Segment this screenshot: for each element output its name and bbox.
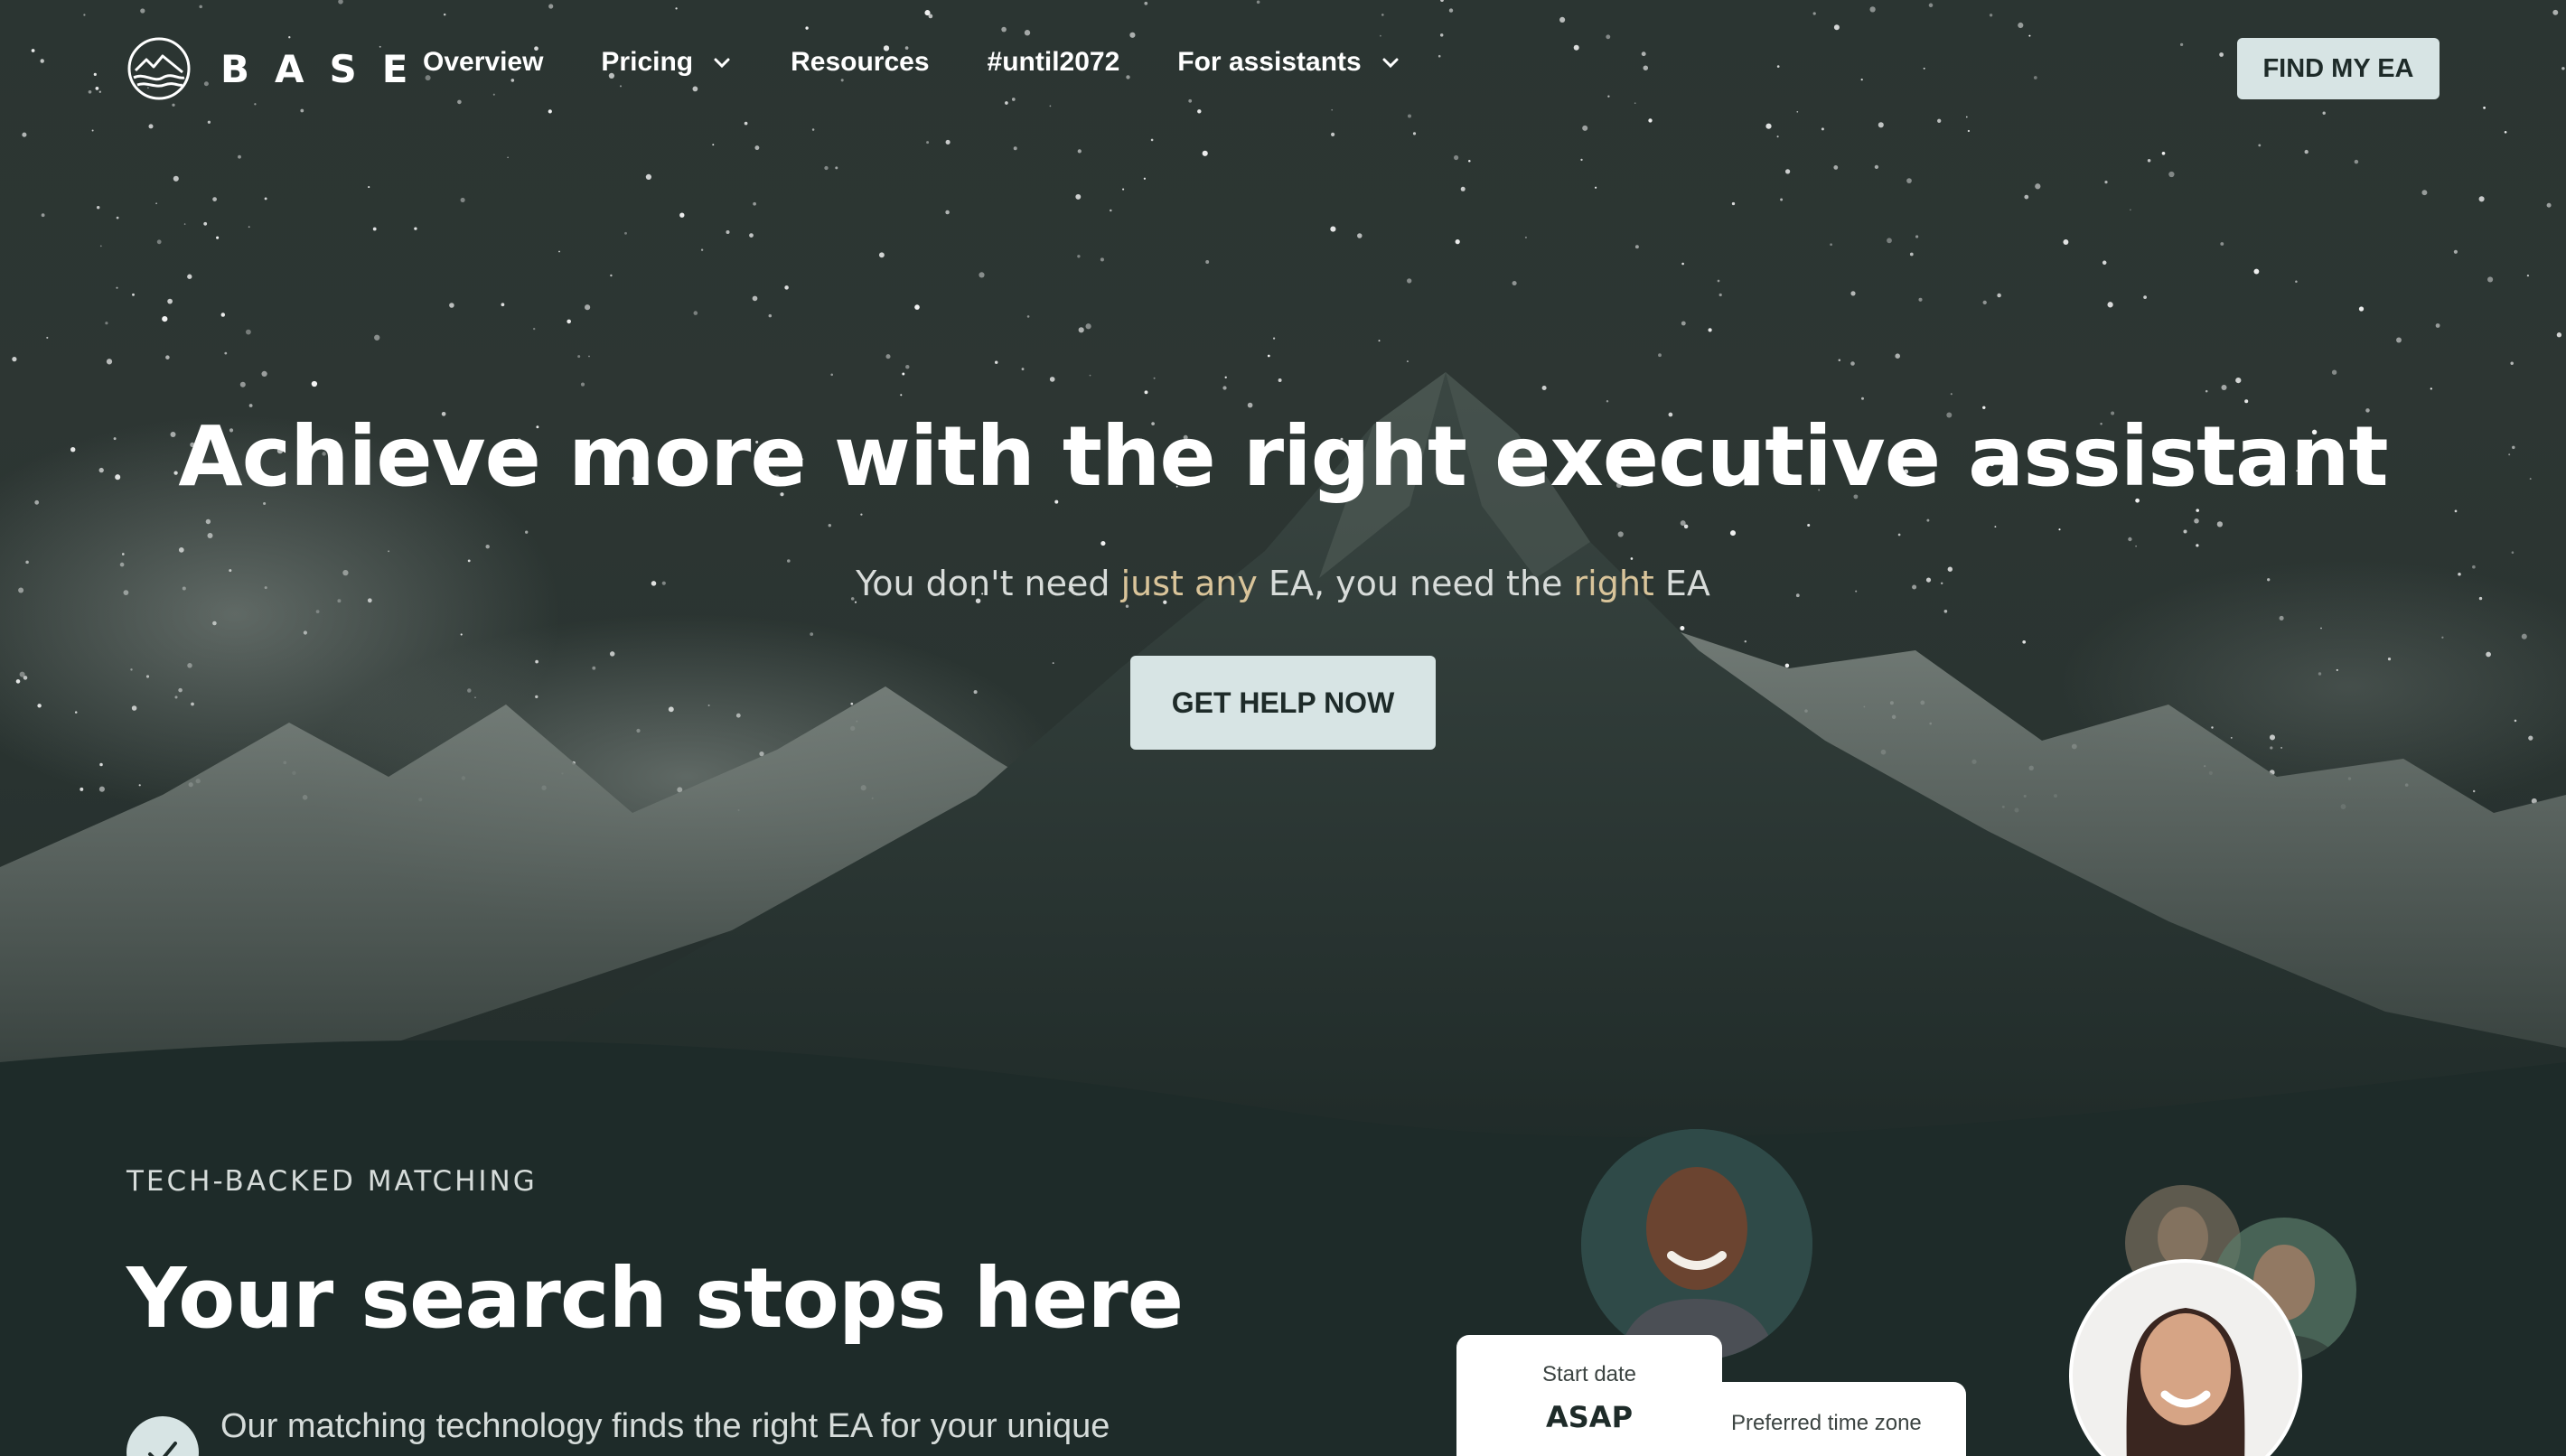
person-portrait-icon [2073, 1263, 2299, 1456]
start-date-card: Start date ASAP [1456, 1335, 1722, 1456]
nav-pricing[interactable]: Pricing [601, 47, 733, 78]
nav-pricing-label: Pricing [601, 47, 694, 77]
hero-subtitle-part1: You don't need [856, 564, 1121, 603]
nav-overview-label: Overview [423, 47, 544, 77]
check-badge [126, 1416, 199, 1456]
section-title: Your search stops here [126, 1250, 1184, 1347]
nav-until2072[interactable]: #until2072 [988, 47, 1120, 78]
hero-subtitle-part3: EA [1653, 564, 1710, 603]
brand-logo[interactable]: BASE [126, 36, 433, 101]
avatar-man [1581, 1129, 1812, 1360]
hero-title: Achieve more with the right executive as… [178, 408, 2388, 505]
hero-subtitle: You don't need just any EA, you need the… [0, 564, 2566, 603]
feature-text: Our matching technology finds the right … [220, 1407, 1110, 1445]
brand-wordmark: BASE [220, 46, 434, 91]
person-portrait-icon [1581, 1129, 1812, 1360]
hero-subtitle-part2: EA, you need the [1257, 564, 1574, 603]
chevron-down-icon [1382, 58, 1399, 69]
nav-links: Overview Pricing Resources #until2072 Fo… [423, 47, 1459, 78]
base-logo-icon [127, 37, 191, 100]
nav-resources[interactable]: Resources [791, 47, 929, 78]
top-navigation: BASE Overview Pricing Resources #until20… [0, 0, 2566, 137]
section-eyebrow: TECH-BACKED MATCHING [126, 1165, 538, 1198]
hero-subtitle-accent-right: right [1573, 564, 1654, 603]
timezone-card: Preferred time zone [1722, 1382, 1966, 1456]
nav-for-assistants-label: For assistants [1177, 47, 1362, 77]
nav-resources-label: Resources [791, 47, 930, 77]
find-my-ea-button[interactable]: FIND MY EA [2237, 38, 2440, 99]
nav-until2072-label: #until2072 [987, 47, 1120, 77]
get-help-now-button[interactable]: GET HELP NOW [1130, 656, 1436, 750]
hero-subtitle-accent-just-any: just any [1120, 564, 1258, 603]
start-date-label: Start date [1541, 1362, 1637, 1386]
check-icon [148, 1442, 177, 1456]
start-date-value: ASAP [1545, 1400, 1634, 1434]
chevron-down-icon [714, 58, 730, 69]
timezone-label: Preferred time zone [1731, 1411, 1922, 1435]
nav-for-assistants[interactable]: For assistants [1177, 47, 1400, 78]
nav-overview[interactable]: Overview [423, 47, 543, 78]
